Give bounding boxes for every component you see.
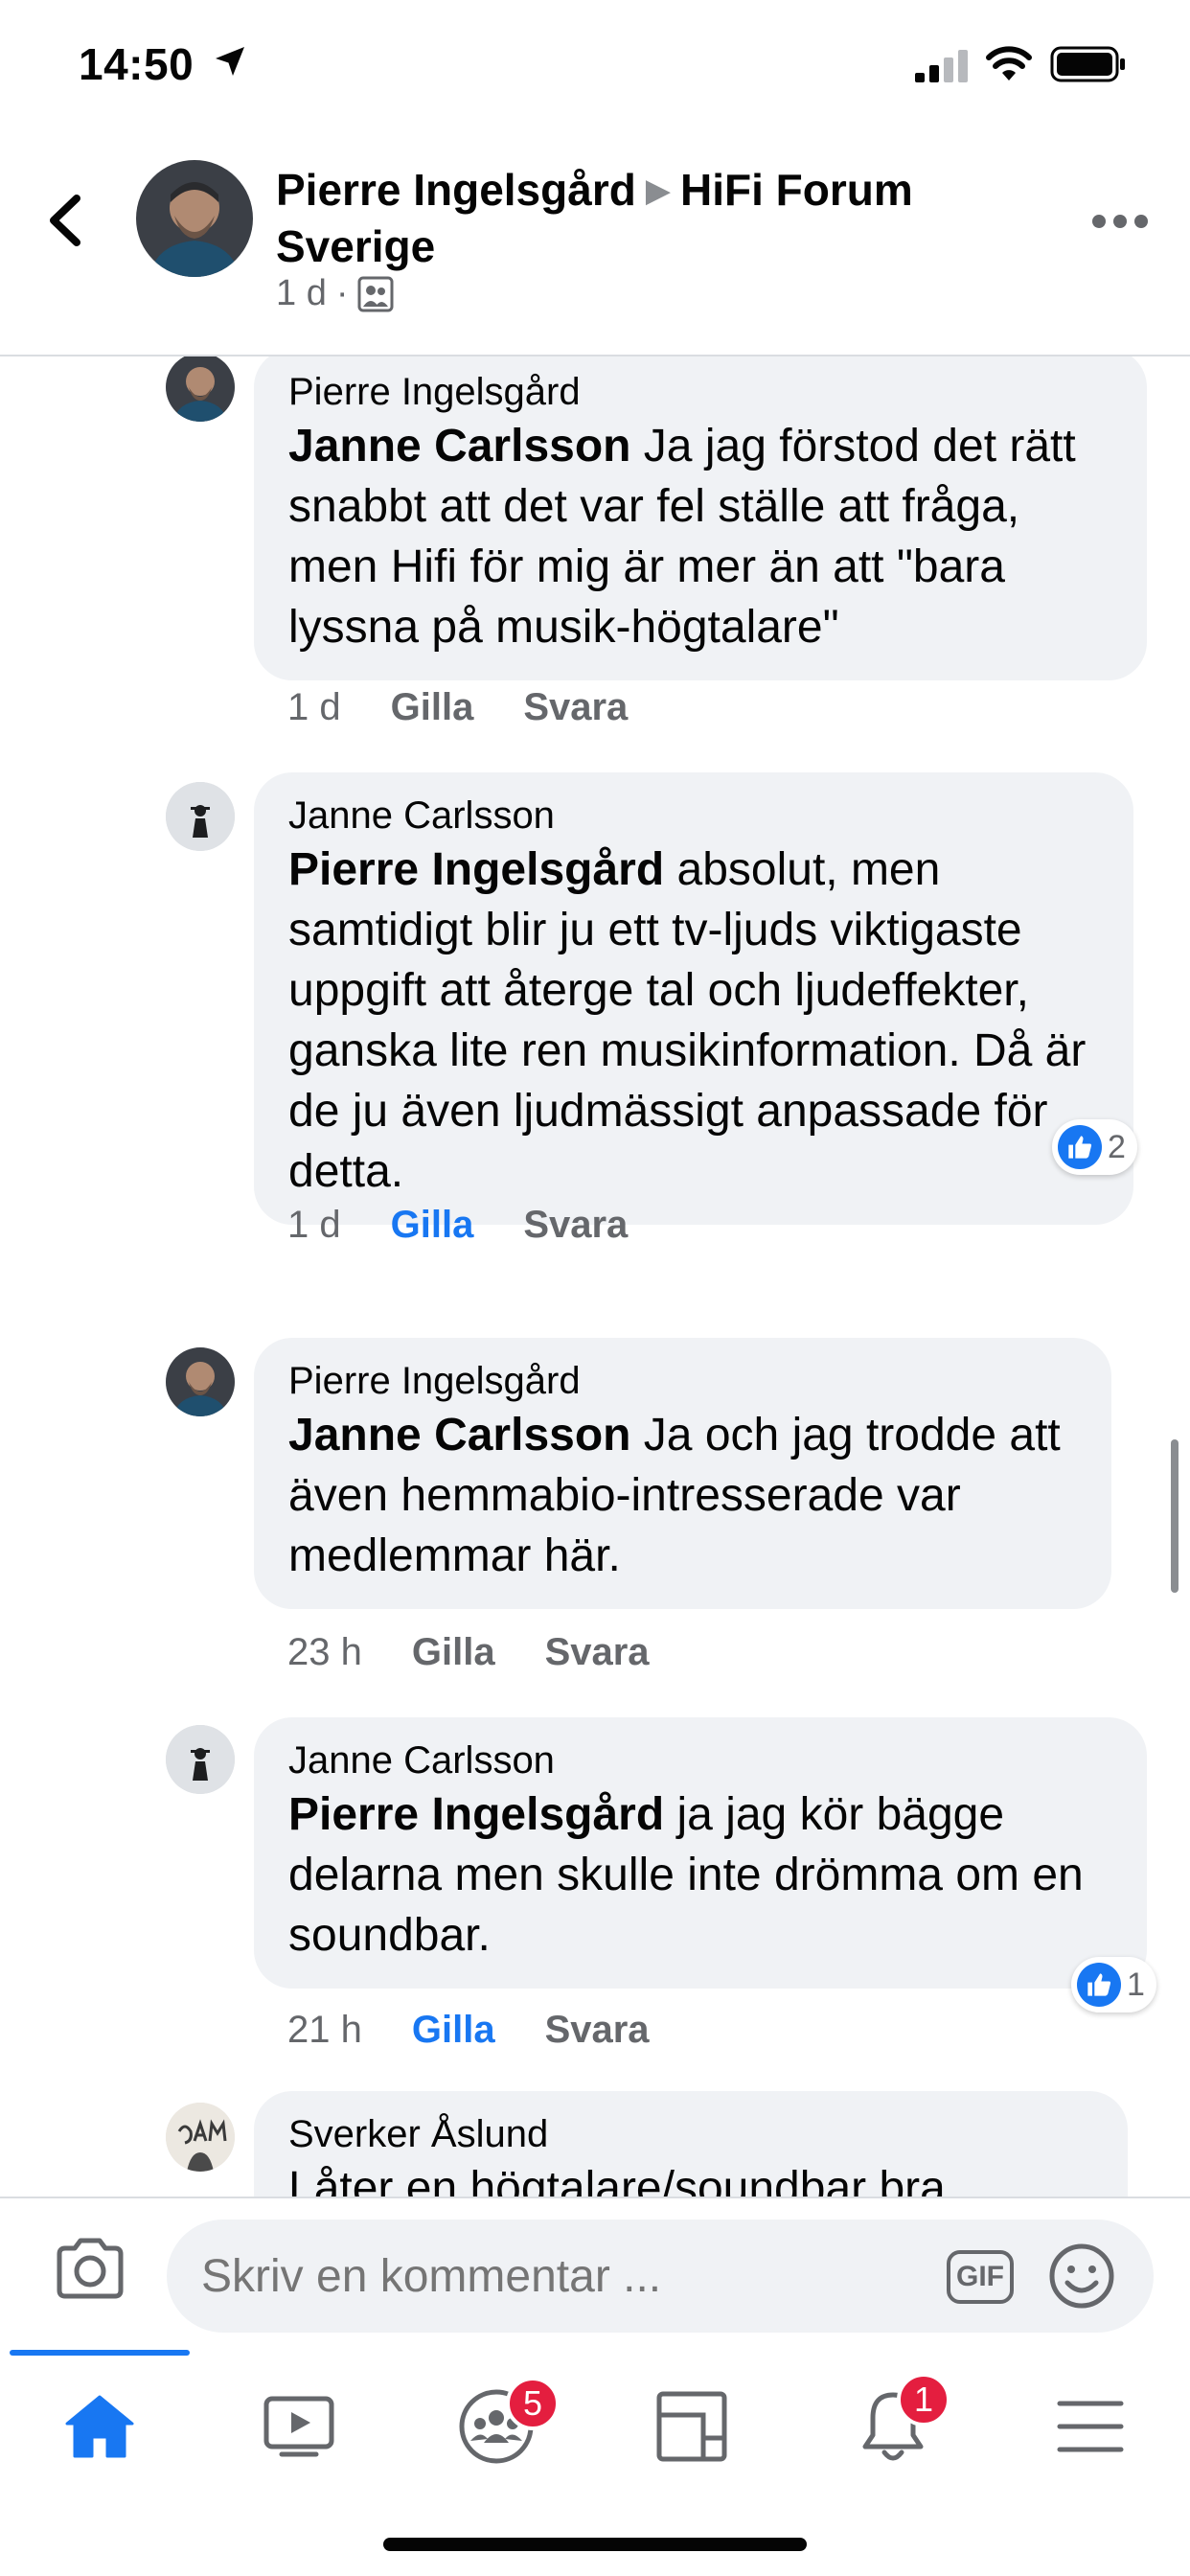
comment-actions: 23 h Gilla Svara (287, 1631, 650, 1674)
back-arrow-icon[interactable] (38, 187, 96, 254)
status-time: 14:50 (79, 39, 195, 89)
more-icon[interactable] (1090, 210, 1150, 233)
tab-menu[interactable] (1023, 2379, 1157, 2474)
commenter-avatar[interactable] (166, 782, 235, 851)
home-indicator[interactable] (383, 2538, 807, 2551)
like-icon (1058, 1125, 1102, 1169)
meta-separator: · (335, 273, 349, 313)
comment-composer: GIF (0, 2196, 1190, 2350)
signal-icon (915, 50, 968, 82)
camera-icon[interactable] (54, 2237, 126, 2300)
comment-bubble[interactable]: Pierre Ingelsgård Janne Carlsson Ja och … (254, 1338, 1111, 1609)
tab-groups[interactable]: 5 (429, 2377, 563, 2474)
status-bar: 14:50 (0, 0, 1190, 129)
mention[interactable]: Janne Carlsson (288, 421, 630, 472)
groups-badge: 5 (506, 2377, 560, 2430)
tab-home[interactable] (33, 2379, 167, 2474)
commenter-avatar[interactable] (166, 356, 235, 422)
reaction-number: 1 (1127, 1966, 1145, 2003)
commenter-avatar[interactable] (166, 1347, 235, 1416)
comment-body: Låter en högtalare/soundbar bra (288, 2163, 946, 2196)
tab-notifications[interactable]: 1 (826, 2373, 960, 2474)
reaction-number: 2 (1108, 1128, 1126, 1165)
comment-time[interactable]: 1 d (287, 1204, 341, 1247)
comment-time[interactable]: 21 h (287, 2009, 362, 2052)
pages-icon (656, 2391, 727, 2462)
comment-actions: 21 h Gilla Svara (287, 2009, 650, 2052)
comment-author[interactable]: Pierre Ingelsgård (288, 368, 1112, 416)
comment-bubble[interactable]: Janne Carlsson Pierre Ingelsgård ja jag … (254, 1717, 1147, 1989)
like-button[interactable]: Gilla (391, 1204, 474, 1247)
author-name[interactable]: Pierre Ingelsgård (276, 165, 636, 215)
scrollbar[interactable] (1171, 1439, 1179, 1593)
comment-bubble[interactable]: Sverker Åslund Låter en högtalare/soundb… (254, 2091, 1128, 2196)
reply-button[interactable]: Svara (545, 1631, 650, 1674)
comment-input[interactable] (201, 2220, 910, 2333)
gif-icon[interactable]: GIF (947, 2250, 1014, 2304)
post-header: Pierre Ingelsgård ▶ HiFi Forum Sverige 1 d… (0, 129, 1190, 356)
commenter-avatar[interactable] (166, 2103, 235, 2172)
battery-icon (1050, 46, 1125, 82)
comment-author[interactable]: Janne Carlsson (288, 792, 1099, 840)
comment-actions: 1 d Gilla Svara (287, 686, 628, 729)
reaction-count[interactable]: 1 (1071, 1957, 1156, 2012)
author-avatar[interactable] (136, 160, 253, 277)
group-privacy-icon (357, 276, 394, 311)
home-icon (65, 2395, 134, 2458)
notifications-badge: 1 (897, 2373, 950, 2426)
comment-author[interactable]: Pierre Ingelsgård (288, 1357, 1077, 1405)
comment-field[interactable]: GIF (167, 2220, 1154, 2333)
comment-text: Janne Carlsson Ja jag förstod det rätt s… (288, 416, 1112, 657)
like-button[interactable]: Gilla (391, 686, 474, 729)
comment-time[interactable]: 1 d (287, 686, 341, 729)
to-arrow-icon: ▶ (645, 172, 671, 209)
comment-text: Janne Carlsson Ja och jag trodde att äve… (288, 1405, 1077, 1586)
like-button[interactable]: Gilla (412, 2009, 495, 2052)
reaction-count[interactable]: 2 (1052, 1119, 1137, 1175)
comment-author[interactable]: Janne Carlsson (288, 1736, 1112, 1784)
comment-text: Låter en högtalare/soundbar bra (288, 2158, 1093, 2196)
reply-button[interactable]: Svara (523, 1204, 628, 1247)
comment-bubble[interactable]: Pierre Ingelsgård Janne Carlsson Ja jag … (254, 356, 1147, 680)
mention[interactable]: Pierre Ingelsgård (288, 1789, 664, 1840)
wifi-icon (986, 46, 1032, 80)
comment-list[interactable]: Pierre Ingelsgård Janne Carlsson Ja jag … (0, 356, 1190, 2196)
tab-pages[interactable] (625, 2379, 759, 2474)
comment-text: Pierre Ingelsgård ja jag kör bägge delar… (288, 1784, 1112, 1966)
post-title[interactable]: Pierre Ingelsgård ▶ HiFi Forum Sverige (276, 162, 1004, 274)
comment-text: Pierre Ingelsgård absolut, men samtidigt… (288, 840, 1099, 1202)
tab-watch[interactable] (232, 2379, 366, 2474)
mention[interactable]: Janne Carlsson (288, 1410, 630, 1460)
commenter-avatar[interactable] (166, 1725, 235, 1794)
location-arrow-icon (216, 47, 244, 76)
comment-time[interactable]: 23 h (287, 1631, 362, 1674)
reply-button[interactable]: Svara (523, 686, 628, 729)
comment-bubble[interactable]: Janne Carlsson Pierre Ingelsgård absolut… (254, 772, 1133, 1225)
emoji-icon[interactable] (1048, 2242, 1115, 2310)
mention[interactable]: Pierre Ingelsgård (288, 844, 664, 895)
post-meta: 1 d · (276, 273, 394, 314)
like-icon (1077, 1963, 1121, 2007)
comment-body: absolut, men samtidigt blir ju ett tv-lj… (288, 844, 1087, 1197)
active-tab-indicator (10, 2350, 190, 2356)
menu-icon (1057, 2401, 1124, 2452)
reply-button[interactable]: Svara (545, 2009, 650, 2052)
comment-author[interactable]: Sverker Åslund (288, 2110, 1093, 2158)
like-button[interactable]: Gilla (412, 1631, 495, 1674)
post-time[interactable]: 1 d (276, 273, 327, 314)
watch-icon (263, 2396, 334, 2457)
comment-actions: 1 d Gilla Svara (287, 1204, 628, 1247)
